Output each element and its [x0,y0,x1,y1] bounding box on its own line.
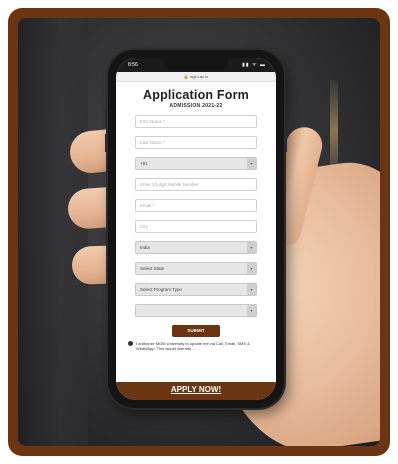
consent-checkbox-row[interactable]: I authorize MGM University to update me … [124,341,268,351]
chevron-down-icon: ▾ [247,242,256,253]
program-type-select[interactable]: Select Program Type ▾ [135,283,257,296]
program-select[interactable]: ▾ [135,304,257,317]
country-value: India [140,245,150,250]
form-fields: First Name * Last Name * +91 ▾ Enter 10-… [124,115,268,317]
country-code-select[interactable]: +91 ▾ [135,157,257,170]
hand-holding-phone-photo: 8:56 ▮▮ ᯤ ▬ 🔒 mgm.ac.in Application Form… [18,18,380,446]
submit-button[interactable]: SUBMIT [172,325,220,337]
form-subtitle: ADMISSION 2021-22 [169,103,223,109]
browser-url-bar[interactable]: 🔒 mgm.ac.in [116,72,276,82]
phone-side-button [105,134,107,152]
phone-power-button [285,126,287,152]
program-type-value: Select Program Type [140,287,182,292]
last-name-input[interactable]: Last Name * [135,136,257,149]
country-select[interactable]: India ▾ [135,241,257,254]
status-time: 8:56 [128,62,138,68]
chevron-down-icon: ▾ [247,305,256,316]
checkbox-icon[interactable] [128,341,133,346]
chevron-down-icon: ▾ [247,158,256,169]
apply-now-link[interactable]: APPLY NOW! [116,382,276,400]
state-value: Select State [140,266,165,271]
phone-side-button [105,110,107,128]
first-name-input[interactable]: First Name * [135,115,257,128]
form-title: Application Form [143,88,249,102]
phone-notch [164,58,228,70]
city-input[interactable]: City [135,220,257,233]
status-icons: ▮▮ ᯤ ▬ [242,62,266,68]
framed-photo: 8:56 ▮▮ ᯤ ▬ 🔒 mgm.ac.in Application Form… [8,8,390,456]
chevron-down-icon: ▾ [247,284,256,295]
state-select[interactable]: Select State ▾ [135,262,257,275]
mobile-number-input[interactable]: Enter 10-digit Mobile Number [135,178,257,191]
application-form: Application Form ADMISSION 2021-22 First… [116,82,276,382]
country-code-value: +91 [140,161,148,166]
email-input[interactable]: Email * [135,199,257,212]
smartphone: 8:56 ▮▮ ᯤ ▬ 🔒 mgm.ac.in Application Form… [105,50,287,408]
phone-screen: 8:56 ▮▮ ᯤ ▬ 🔒 mgm.ac.in Application Form… [116,58,276,400]
background-blur [18,18,88,446]
chevron-down-icon: ▾ [247,263,256,274]
consent-text: I authorize MGM University to update me … [136,341,250,351]
